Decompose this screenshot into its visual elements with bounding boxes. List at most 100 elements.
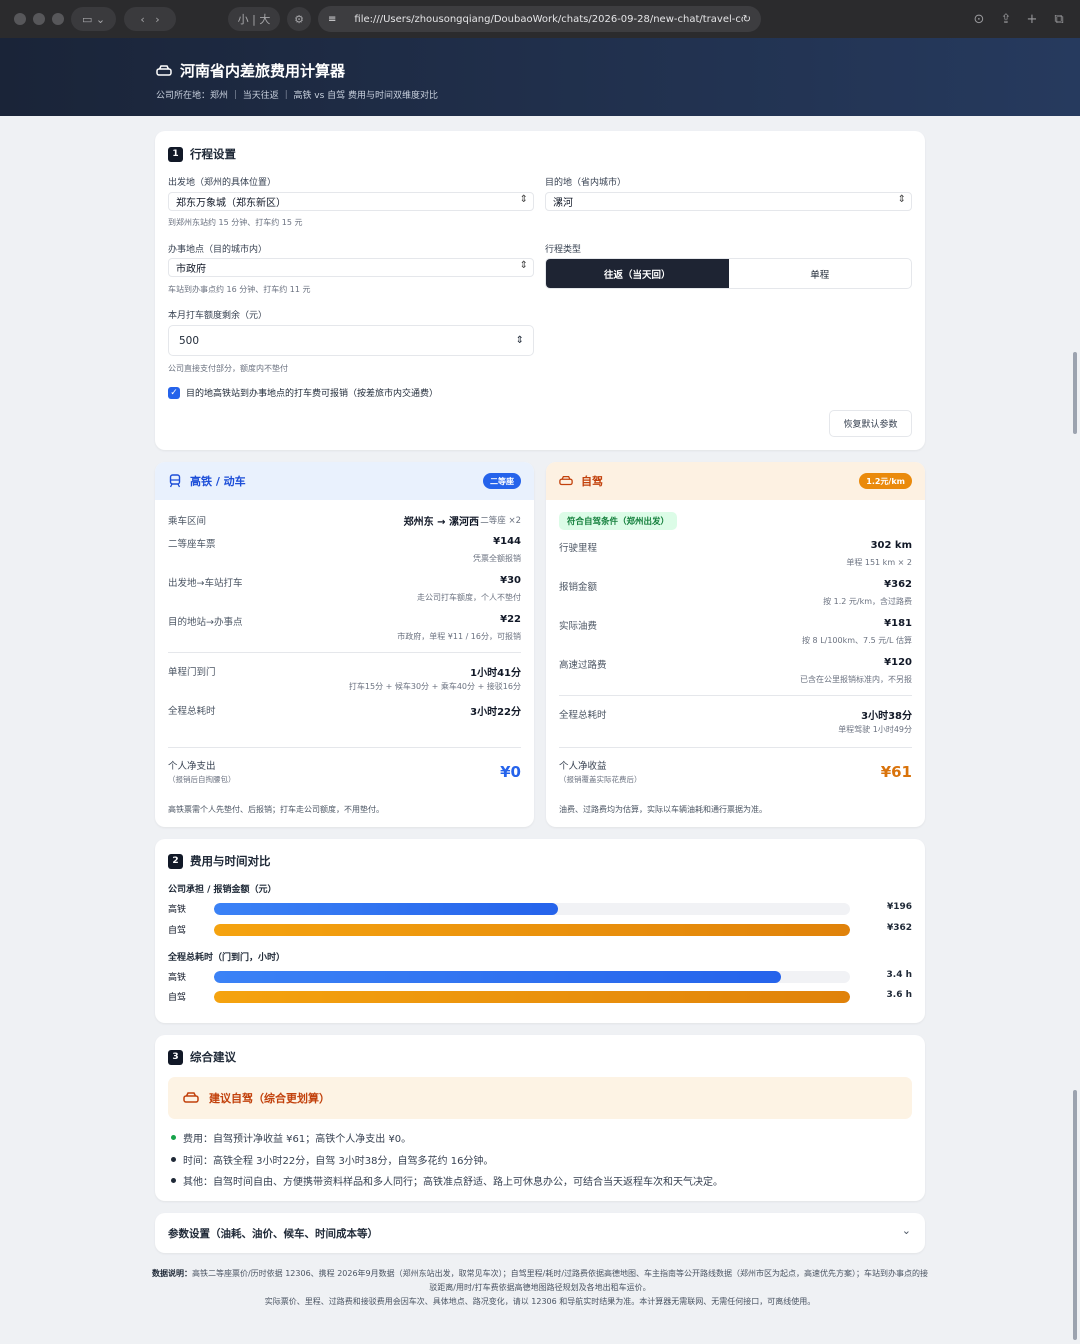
distance-key: 行驶里程 (559, 543, 598, 554)
download-icon[interactable]: ⊙ (967, 7, 991, 31)
cost-bar-rail: 高铁 ¥196 (168, 902, 912, 915)
chevron-updown-icon: ⇕ (897, 194, 906, 205)
data-note-line2: 实际票价、里程、过路费和接驳费用会因车次、具体地点、路况变化，请以 12306 … (264, 1297, 816, 1306)
ticket-key: 二等座车票 (168, 539, 216, 550)
advice-heading: 3 综合建议 (168, 1049, 236, 1065)
font-smaller-button[interactable]: 小 (238, 11, 249, 27)
office-label: 办事地点（目的城市内） (168, 245, 268, 255)
route-value: 郑州东 → 漯河西 (403, 517, 479, 528)
params-title: 参数设置（油耗、油价、候车、时间成本等） (168, 1228, 378, 1240)
total-time-value: 3小时22分 (470, 707, 521, 718)
seat-class-badge: 二等座 (483, 473, 521, 489)
cost-bar-car: 自驾 ¥362 (168, 923, 912, 936)
taxi-origin-note: 走公司打车额度，个人不垫付 (417, 593, 521, 602)
section-number: 1 (168, 146, 183, 162)
door-to-door-key: 单程门到门 (168, 667, 216, 678)
font-larger-button[interactable]: 大 (259, 11, 270, 27)
rail-card-title: 高铁 / 动车 (190, 475, 246, 488)
taxi-quota-label: 本月打车额度剩余（元） (168, 311, 268, 321)
fuel-value: ¥181 (884, 618, 912, 629)
taxi-quota-value: 500 (179, 334, 200, 347)
reload-icon[interactable]: ↻ (743, 14, 751, 25)
bar-track (214, 903, 850, 915)
bar-fill (214, 903, 559, 915)
share-icon[interactable]: ⇪ (994, 7, 1018, 31)
taxi-dest-value: ¥22 (500, 614, 521, 625)
time-bar-rail: 高铁 3.4 h (168, 970, 912, 983)
origin-label: 出发地（郑州的具体位置） (168, 178, 277, 188)
font-size-buttons[interactable]: 小 | 大 (228, 7, 280, 31)
bar-track (214, 924, 850, 936)
trip-type-roundtrip[interactable]: 往返（当天回） (546, 259, 729, 288)
advice-time: 时间：高铁全程 3小时22分，自驾 3小时38分，自驾多花约 16分钟。 (171, 1152, 493, 1167)
bar-track (214, 991, 850, 1003)
reset-defaults-button[interactable]: 恢复默认参数 (829, 410, 912, 437)
bar-value: ¥362 (886, 923, 912, 933)
section-number: 2 (168, 853, 183, 869)
trip-type-oneway[interactable]: 单程 (729, 259, 912, 288)
destination-select[interactable]: 漯河 ⇕ (545, 192, 912, 211)
divider (559, 695, 912, 696)
taxi-origin-key: 出发地→车站打车 (168, 578, 243, 589)
bar-value: 3.6 h (886, 990, 912, 1000)
taxi-quota-input[interactable]: 500 ⇕ (168, 325, 534, 356)
fuel-note: 按 8 L/100km、7.5 元/L 估算 (802, 636, 912, 645)
bar-fill (214, 924, 850, 936)
cost-chart-title: 公司承担 / 报销金额（元） (168, 885, 277, 895)
trip-type-toggle: 往返（当天回） 单程 (545, 258, 912, 289)
params-accordion[interactable]: 参数设置（油耗、油价、候车、时间成本等） ⌄ (155, 1213, 925, 1253)
bar-fill (214, 991, 850, 1003)
scrollbar-thumb[interactable] (1073, 352, 1077, 434)
advice-other: 其他：自驾时间自由、方便携带资料样品和多人同行；高铁准点舒适、路上可休息办公，可… (171, 1173, 723, 1188)
page-title: 河南省内差旅费用计算器 (156, 60, 345, 81)
origin-hint: 到郑州东站约 15 分钟、打车约 15 元 (168, 218, 303, 227)
data-note: 数据说明：高铁二等座票价/历时依据 12306、携程 2026年9月数据（郑州东… (150, 1267, 930, 1309)
zoom-window-button[interactable] (52, 13, 64, 25)
divider (559, 747, 912, 748)
time-bar-car: 自驾 3.6 h (168, 990, 912, 1003)
route-key: 乘车区间 (168, 516, 207, 527)
car-icon (156, 64, 172, 76)
rate-badge: 1.2元/km (859, 473, 912, 489)
section-number: 3 (168, 1049, 183, 1065)
data-note-lead: 数据说明： (151, 1269, 192, 1278)
sidebar-toggle-icon[interactable]: ▭ ⌄ (71, 7, 116, 31)
origin-select[interactable]: 郑东万象城（郑东新区） ⇕ (168, 192, 534, 211)
window-controls (14, 13, 64, 25)
trip-settings-heading: 1 行程设置 (168, 146, 236, 162)
settings-gear-icon[interactable]: ⚙ (287, 7, 311, 31)
url-text[interactable]: file:///Users/zhousongqiang/DoubaoWork/c… (354, 14, 742, 25)
stepper-icon[interactable]: ⇕ (516, 335, 524, 346)
checkbox-checked-icon[interactable]: ✓ (168, 386, 180, 399)
scrollbar-thumb-lower[interactable] (1073, 1090, 1077, 1340)
close-window-button[interactable] (14, 13, 26, 25)
address-bar[interactable]: ≡ file:///Users/zhousongqiang/DoubaoWork… (318, 6, 761, 32)
door-to-door-value: 1小时41分 (470, 668, 521, 679)
door-to-door-note: 打车15分 + 候车30分 + 乘车40分 + 接驳16分 (348, 682, 521, 691)
rail-footnote: 高铁票需个人先垫付、后报销；打车走公司额度，不用垫付。 (168, 805, 384, 814)
distance-value: 302 km (870, 540, 912, 551)
car-footnote: 油费、过路费均为估算，实际以车辆油耗和通行票据为准。 (559, 805, 767, 814)
toll-value: ¥120 (884, 657, 912, 668)
ticket-note: 凭票全额报销 (473, 554, 521, 563)
comparison-heading: 2 费用与时间对比 (168, 853, 271, 869)
chevron-down-icon[interactable]: ⌄ (902, 1224, 911, 1237)
car-icon (183, 1092, 199, 1103)
page-header: 河南省内差旅费用计算器 公司所在地：郑州 ｜ 当天往返 ｜ 高铁 vs 自驾 费… (0, 38, 1080, 116)
page-menu-icon[interactable]: ≡ (328, 14, 336, 25)
page-title-text: 河南省内差旅费用计算器 (180, 62, 346, 80)
recommendation-banner: 建议自驾（综合更划算） (168, 1077, 912, 1119)
trip-type-label: 行程类型 (545, 245, 582, 255)
office-select[interactable]: 市政府 ⇕ (168, 258, 534, 277)
tab-overview-icon[interactable]: ⧉ (1047, 7, 1071, 31)
new-tab-icon[interactable]: + (1020, 7, 1044, 31)
destination-label: 目的地（省内城市） (545, 178, 627, 188)
bullet-dot (171, 1135, 176, 1140)
advice-cost-text: 费用：自驾预计净收益 ¥61；高铁个人净支出 ¥0。 (183, 1134, 412, 1145)
minimize-window-button[interactable] (33, 13, 45, 25)
back-forward-buttons[interactable]: ‹ › (124, 7, 176, 31)
office-value: 市政府 (176, 264, 206, 275)
divider (168, 747, 521, 748)
taxi-reimburse-checkbox-row[interactable]: ✓ 目的地高铁站到办事地点的打车费可报销（按差旅市内交通费） (168, 386, 438, 399)
taxi-reimburse-label: 目的地高铁站到办事地点的打车费可报销（按差旅市内交通费） (186, 389, 439, 399)
